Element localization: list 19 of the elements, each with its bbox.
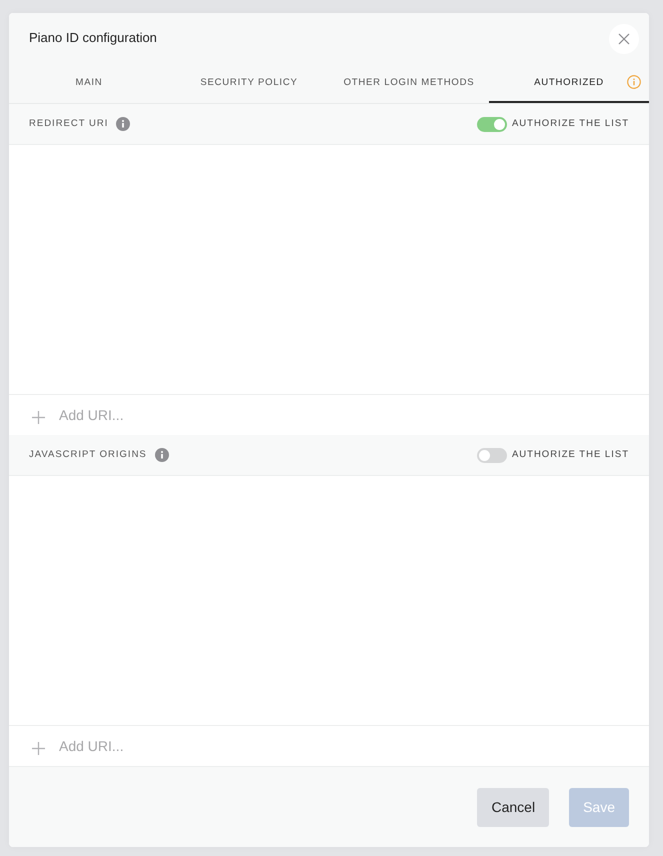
info-icon [116, 117, 130, 131]
plus-icon[interactable] [32, 742, 45, 755]
add-uri-field[interactable]: Add URI... [59, 736, 629, 756]
toggle-switch[interactable] [476, 116, 507, 132]
toggle-label: AUTHORIZE THE LIST [512, 116, 629, 131]
section-title: JAVASCRIPT ORIGINS [29, 448, 147, 462]
close-button[interactable] [609, 24, 639, 54]
dialog-title: Piano ID configuration [29, 30, 157, 46]
tab[interactable]: OTHER LOGIN METHODS [329, 63, 489, 103]
toggle-label: AUTHORIZE THE LIST [512, 448, 629, 462]
info-icon [154, 448, 169, 462]
toggle-switch[interactable] [476, 448, 507, 462]
close-icon [618, 33, 630, 45]
add-uri-field[interactable]: Add URI... [59, 404, 629, 426]
section-title: REDIRECT URI [29, 116, 108, 131]
cancel-button[interactable]: Cancel [477, 788, 550, 826]
plus-icon[interactable] [32, 411, 45, 424]
tab[interactable]: SECURITY POLICY [169, 63, 329, 103]
tab[interactable]: MAIN [9, 63, 169, 103]
